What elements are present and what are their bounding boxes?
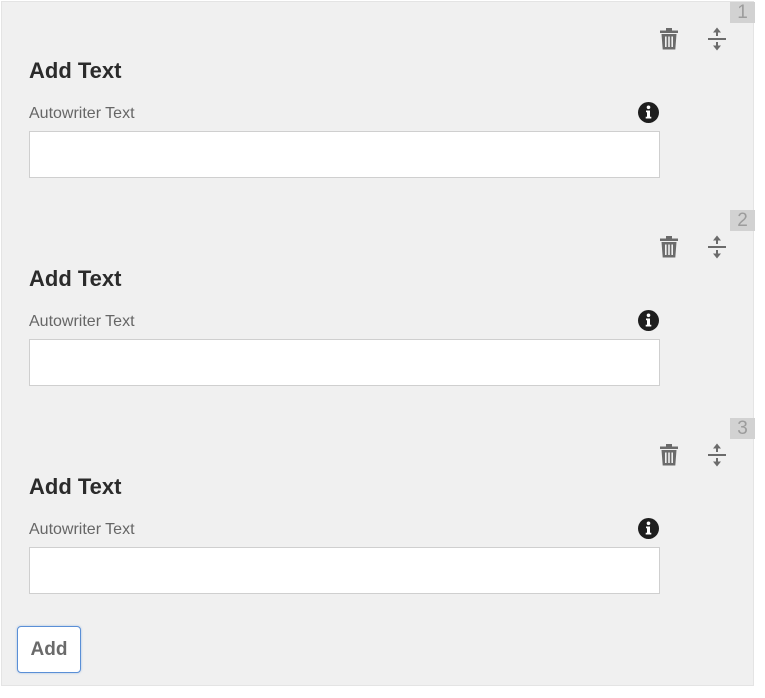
info-icon[interactable] <box>638 518 659 539</box>
move-icon <box>708 443 726 467</box>
block-title: Add Text <box>29 474 122 499</box>
block-title: Add Text <box>29 58 122 83</box>
block-number-badge: 2 <box>730 210 755 231</box>
trash-icon <box>660 236 678 258</box>
trash-icon <box>660 444 678 466</box>
autowriter-text-label: Autowriter Text <box>29 105 135 122</box>
autowriter-text-label: Autowriter Text <box>29 313 135 330</box>
block-number-badge: 3 <box>730 418 755 439</box>
autowriter-text-input[interactable] <box>29 131 660 178</box>
text-block: 1 Add Text Autowriter Text <box>2 2 755 210</box>
text-block: 3 Add Text Autowriter Text <box>2 418 755 626</box>
info-icon[interactable] <box>638 102 659 123</box>
trash-icon <box>660 28 678 50</box>
move-block-handle[interactable] <box>704 234 730 260</box>
move-icon <box>708 27 726 51</box>
move-block-handle[interactable] <box>704 26 730 52</box>
autowriter-text-input[interactable] <box>29 339 660 386</box>
autowriter-text-input[interactable] <box>29 547 660 594</box>
add-block-button[interactable]: Add <box>17 626 81 673</box>
info-icon[interactable] <box>638 310 659 331</box>
autowriter-text-label: Autowriter Text <box>29 521 135 538</box>
move-icon <box>708 235 726 259</box>
text-block: 2 Add Text Autowriter Text <box>2 210 755 418</box>
delete-block-button[interactable] <box>656 234 682 260</box>
delete-block-button[interactable] <box>656 26 682 52</box>
block-number-badge: 1 <box>730 2 755 23</box>
move-block-handle[interactable] <box>704 442 730 468</box>
page: 1 Add Text Autowriter Text 2 Add Text Au… <box>0 0 765 698</box>
delete-block-button[interactable] <box>656 442 682 468</box>
text-blocks-panel: 1 Add Text Autowriter Text 2 Add Text Au… <box>1 1 755 686</box>
block-title: Add Text <box>29 266 122 291</box>
